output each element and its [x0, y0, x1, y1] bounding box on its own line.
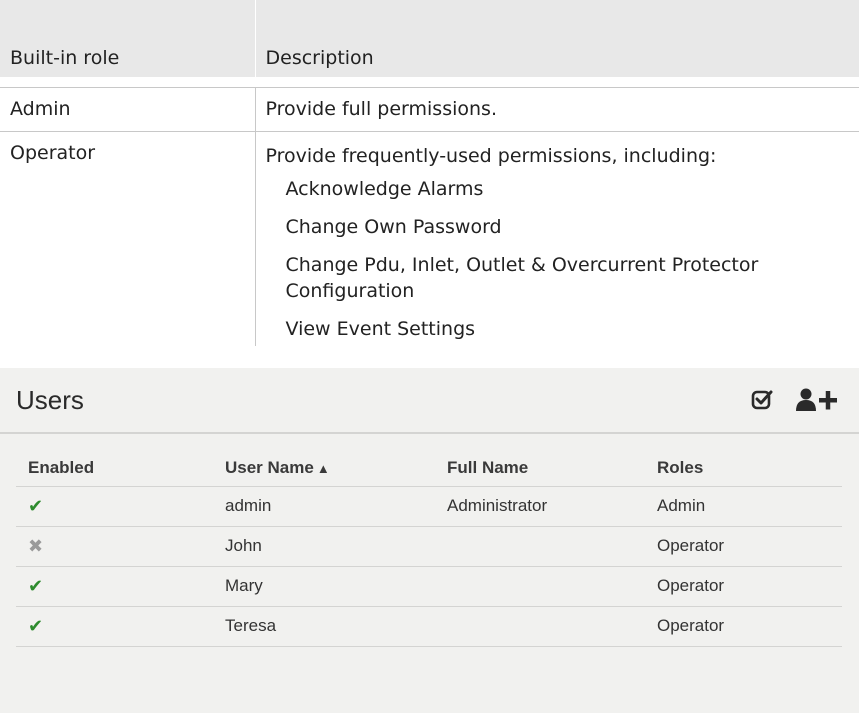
roles-cell: Admin [645, 486, 842, 527]
table-row[interactable]: ✖ John Operator [16, 526, 842, 567]
full-name-cell: Administrator [435, 486, 645, 527]
permission-item: Change Own Password [285, 216, 502, 238]
column-header-user-name-label: User Name [225, 458, 314, 477]
table-row[interactable]: ✔ Teresa Operator [16, 606, 842, 647]
column-header-user-name[interactable]: User Name ▲ [213, 458, 435, 487]
roles-cell: Operator [645, 526, 842, 567]
enabled-status: ✔ [16, 606, 213, 647]
table-row[interactable]: ✔ Mary Operator [16, 566, 842, 607]
check-icon: ✔ [28, 575, 44, 596]
role-description-operator: Provide frequently-used permissions, inc… [254, 131, 859, 346]
column-header-enabled[interactable]: Enabled [16, 458, 213, 487]
user-name-cell: Mary [213, 566, 435, 607]
role-description-admin: Provide full permissions. [254, 87, 859, 132]
operator-permissions-list: Acknowledge Alarms Change Own Password C… [266, 176, 850, 342]
roles-row-admin: Admin Provide full permissions. [0, 87, 859, 132]
full-name-cell [435, 566, 645, 607]
role-name-operator: Operator [0, 131, 255, 346]
roles-row-operator: Operator Provide frequently-used permiss… [0, 131, 859, 346]
roles-cell: Operator [645, 566, 842, 607]
full-name-cell [435, 606, 645, 647]
add-user-icon[interactable] [795, 387, 839, 413]
checkbox-edit-icon[interactable] [751, 389, 773, 411]
built-in-roles-table: Built-in role Description Admin Provide … [0, 0, 859, 346]
user-name-cell: John [213, 526, 435, 567]
check-icon: ✔ [28, 495, 44, 516]
users-panel-title: Users [16, 384, 84, 415]
roles-table-header-row: Built-in role Description [0, 0, 859, 77]
column-header-full-name[interactable]: Full Name [435, 458, 645, 487]
permission-item: Change Pdu, Inlet, Outlet & Overcurrent … [285, 254, 759, 302]
sort-ascending-icon: ▲ [316, 461, 330, 476]
enabled-status: ✖ [16, 526, 213, 567]
users-table-header-row: Enabled User Name ▲ Full Name Roles [16, 458, 842, 487]
table-row[interactable]: ✔ admin Administrator Admin [16, 486, 842, 527]
enabled-status: ✔ [16, 486, 213, 527]
users-header-actions [751, 387, 839, 413]
users-panel-header: Users [0, 368, 859, 434]
check-icon: ✔ [28, 615, 44, 636]
users-table: Enabled User Name ▲ Full Name Roles ✔ adm… [16, 458, 842, 647]
roles-header-description: Description [254, 0, 859, 77]
roles-cell: Operator [645, 606, 842, 647]
role-name-admin: Admin [0, 87, 255, 132]
permission-item: Acknowledge Alarms [285, 178, 484, 200]
enabled-status: ✔ [16, 566, 213, 607]
operator-permissions-intro: Provide frequently-used permissions, inc… [265, 145, 717, 167]
cross-icon: ✖ [28, 535, 44, 556]
users-panel: Users Enabled User Name ▲ Full Name Role… [0, 368, 859, 713]
permission-item: View Event Settings [285, 318, 476, 340]
full-name-cell [435, 526, 645, 567]
user-name-cell: admin [213, 486, 435, 527]
column-header-roles[interactable]: Roles [645, 458, 842, 487]
user-name-cell: Teresa [213, 606, 435, 647]
roles-header-role: Built-in role [0, 0, 255, 77]
